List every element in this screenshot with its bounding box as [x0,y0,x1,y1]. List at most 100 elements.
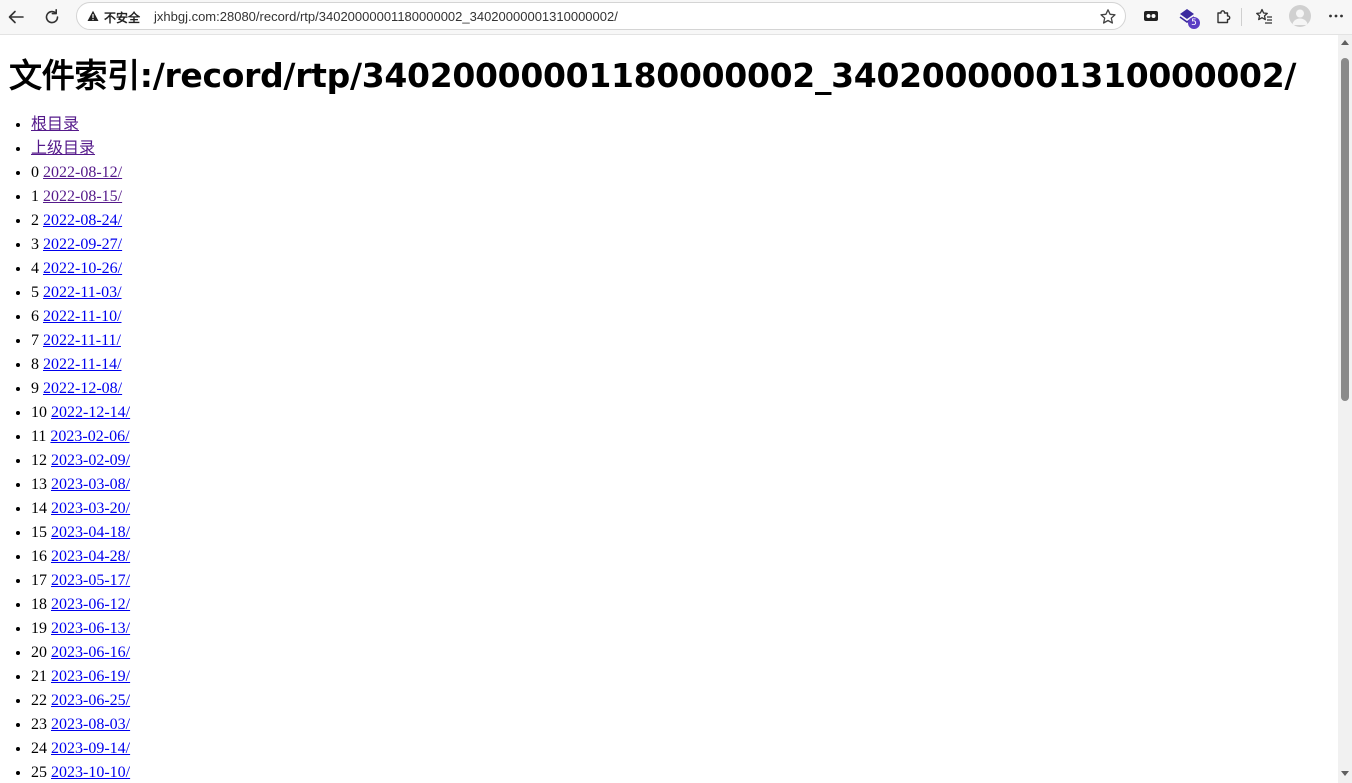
entry-index: 0 [31,164,39,181]
extensions-button[interactable] [1212,5,1234,27]
entry-index: 8 [31,356,39,373]
scroll-up-arrow-icon[interactable] [1341,40,1349,45]
list-item: 6 2022-11-10/ [31,305,130,329]
entry-index: 13 [31,476,47,493]
directory-link[interactable]: 2022-08-24/ [43,212,122,229]
list-item: 21 2023-06-19/ [31,665,130,689]
directory-link[interactable]: 2023-10-10/ [51,764,130,781]
entry-index: 17 [31,572,47,589]
list-item: 11 2023-02-06/ [31,425,130,449]
extension-icon [1144,11,1158,21]
browser-toolbar: 不安全 jxhbgj.com:28080/record/rtp/34020000… [0,0,1352,35]
profile-avatar[interactable] [1289,5,1311,27]
directory-link[interactable]: 2022-08-12/ [43,164,122,181]
back-arrow-icon [8,10,24,24]
directory-link[interactable]: 2023-06-25/ [51,692,130,709]
star-icon[interactable] [1099,8,1117,26]
entry-index: 9 [31,380,39,397]
directory-link[interactable]: 2023-06-19/ [51,668,130,685]
directory-link[interactable]: 2022-12-14/ [51,404,130,421]
entry-index: 5 [31,284,39,301]
url-text[interactable]: jxhbgj.com:28080/record/rtp/340200000011… [154,9,618,24]
directory-link[interactable]: 2023-04-18/ [51,524,130,541]
extension-button[interactable] [1140,5,1162,27]
directory-link[interactable]: 2022-11-11/ [43,332,121,349]
list-item: 0 2022-08-12/ [31,161,130,185]
entry-index: 19 [31,620,47,637]
entry-index: 21 [31,668,47,685]
directory-link[interactable]: 2022-11-03/ [43,284,122,301]
scroll-down-arrow-icon[interactable] [1341,771,1349,776]
entry-index: 3 [31,236,39,253]
list-item: 23 2023-08-03/ [31,713,130,737]
list-item: 3 2022-09-27/ [31,233,130,257]
list-item: 20 2023-06-16/ [31,641,130,665]
list-item: 9 2022-12-08/ [31,377,130,401]
directory-link[interactable]: 2023-08-03/ [51,716,130,733]
root-directory-link[interactable]: 根目录 [31,116,79,133]
directory-link[interactable]: 2023-03-20/ [51,500,130,517]
warning-triangle-icon[interactable] [87,10,99,22]
file-list: 根目录 上级目录 0 2022-08-12/1 2022-08-15/2 202… [0,113,130,783]
more-icon [1329,14,1343,18]
directory-link[interactable]: 2022-10-26/ [43,260,122,277]
directory-link[interactable]: 2023-04-28/ [51,548,130,565]
favorites-icon [1256,8,1272,24]
list-item: 2 2022-08-24/ [31,209,130,233]
directory-link[interactable]: 2023-02-06/ [50,428,129,445]
list-item: 18 2023-06-12/ [31,593,130,617]
more-button[interactable] [1325,5,1347,27]
entry-index: 22 [31,692,47,709]
entry-index: 10 [31,404,47,421]
directory-link[interactable]: 2023-06-13/ [51,620,130,637]
directory-link[interactable]: 2023-05-17/ [51,572,130,589]
directory-link[interactable]: 2023-09-14/ [51,740,130,757]
entry-index: 18 [31,596,47,613]
entry-index: 14 [31,500,47,517]
toolbar-divider [1241,8,1242,26]
entry-index: 15 [31,524,47,541]
list-item: 7 2022-11-11/ [31,329,130,353]
puzzle-icon [1216,9,1230,23]
directory-link[interactable]: 2022-12-08/ [43,380,122,397]
directory-link[interactable]: 2023-06-16/ [51,644,130,661]
entry-index: 6 [31,308,39,325]
page-title: 文件索引:/record/rtp/34020000001180000002_34… [9,56,1297,95]
security-label[interactable]: 不安全 [104,9,140,26]
favorites-button[interactable] [1253,5,1275,27]
reload-button[interactable] [38,3,66,31]
list-item: 8 2022-11-14/ [31,353,130,377]
avatar-icon [1292,9,1308,25]
list-item: 17 2023-05-17/ [31,569,130,593]
list-item: 14 2023-03-20/ [31,497,130,521]
list-item-parent: 上级目录 [31,137,130,161]
page-content: 文件索引:/record/rtp/34020000001180000002_34… [0,35,1338,783]
entry-index: 1 [31,188,39,205]
list-item: 16 2023-04-28/ [31,545,130,569]
list-item: 1 2022-08-15/ [31,185,130,209]
directory-link[interactable]: 2022-11-14/ [43,356,122,373]
list-item: 10 2022-12-14/ [31,401,130,425]
directory-link[interactable]: 2023-06-12/ [51,596,130,613]
back-button[interactable] [2,3,30,31]
directory-link[interactable]: 2022-08-15/ [43,188,122,205]
parent-directory-link[interactable]: 上级目录 [31,140,95,157]
directory-link[interactable]: 2022-11-10/ [43,308,122,325]
directory-link[interactable]: 2023-02-09/ [51,452,130,469]
list-item: 19 2023-06-13/ [31,617,130,641]
scroll-thumb[interactable] [1341,58,1349,401]
entry-index: 24 [31,740,47,757]
address-bar[interactable]: 不安全 jxhbgj.com:28080/record/rtp/34020000… [76,2,1126,30]
list-item-root: 根目录 [31,113,130,137]
directory-link[interactable]: 2022-09-27/ [43,236,122,253]
entry-index: 4 [31,260,39,277]
list-item: 22 2023-06-25/ [31,689,130,713]
entry-index: 25 [31,764,47,781]
vertical-scrollbar[interactable] [1338,35,1352,783]
entry-index: 20 [31,644,47,661]
list-item: 13 2023-03-08/ [31,473,130,497]
directory-link[interactable]: 2023-03-08/ [51,476,130,493]
entry-index: 11 [31,428,47,445]
entry-index: 23 [31,716,47,733]
list-item: 15 2023-04-18/ [31,521,130,545]
